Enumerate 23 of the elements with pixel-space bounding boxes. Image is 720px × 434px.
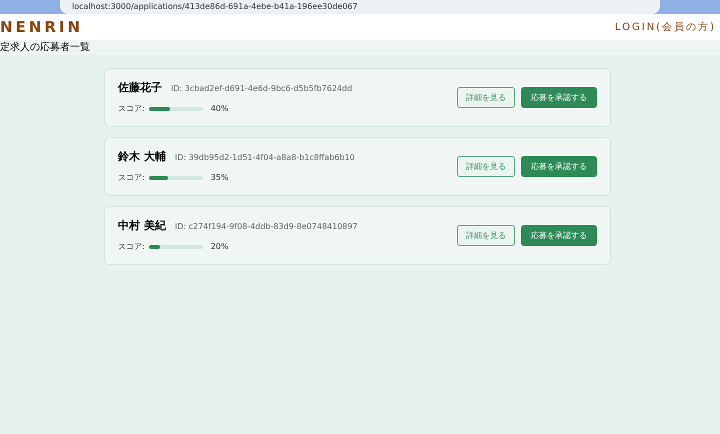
details-button[interactable]: 詳細を見る	[457, 87, 515, 108]
details-button[interactable]: 詳細を見る	[457, 156, 515, 177]
score-label: スコア:	[118, 240, 145, 253]
applicant-id: ID: 39db95d2-1d51-4f04-a8a8-b1c8ffab6b10	[174, 152, 355, 164]
approve-button[interactable]: 応募を承認する	[521, 225, 597, 246]
score-value: 35%	[210, 172, 228, 184]
applicant-id: ID: 3cbad2ef-d691-4e6d-9bc6-d5b5fb7624dd	[171, 83, 352, 96]
score-label: スコア:	[118, 172, 145, 184]
approve-button[interactable]: 応募を承認する	[521, 156, 597, 177]
login-link[interactable]: LOGIN(会員の方)	[614, 20, 720, 34]
approve-button[interactable]: 応募を承認する	[521, 87, 597, 108]
page-title: 定求人の応募者一覧	[0, 40, 90, 55]
logo[interactable]: NENRIN	[0, 16, 84, 38]
applicant-name: 鈴木 大輔	[118, 149, 166, 166]
applicant-id: ID: c274f194-9f08-4ddb-83d9-8e0748410897	[174, 221, 358, 234]
url-text: localhost:3000/applications/413de86d-691a-4ebe-b41a-196ee30de067	[72, 3, 358, 11]
score-value: 40%	[210, 102, 228, 115]
address-bar[interactable]: localhost:3000/applications/413de86d-691a-4ebe-b41a-196ee30de067	[60, 0, 660, 14]
score-value: 20%	[210, 240, 228, 253]
applicant-name: 佐藤花子	[118, 80, 162, 96]
score-label: スコア:	[118, 102, 145, 115]
details-button[interactable]: 詳細を見る	[457, 225, 515, 246]
applicant-name: 中村 美紀	[118, 218, 166, 234]
